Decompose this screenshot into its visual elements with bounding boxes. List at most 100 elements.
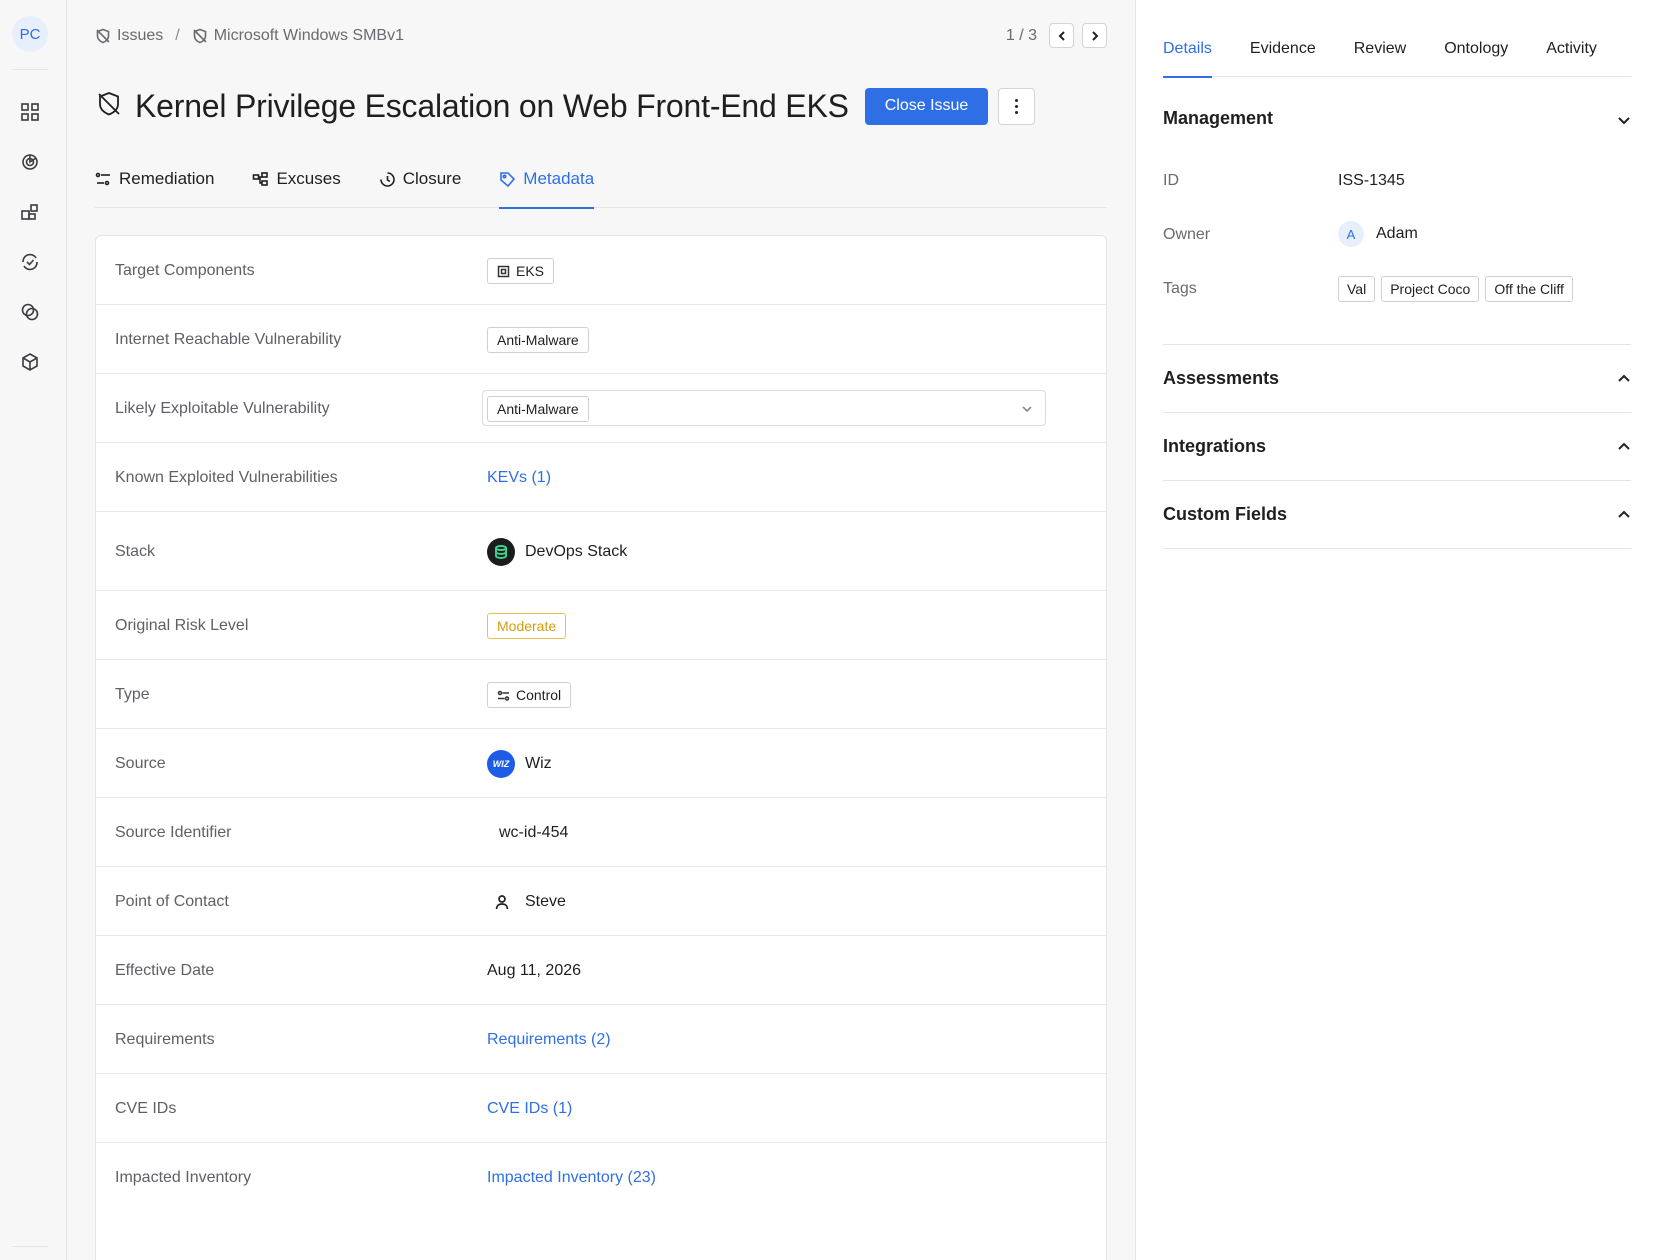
tab-ontology[interactable]: Ontology — [1444, 30, 1508, 77]
effective-date-value: Aug 11, 2026 — [487, 962, 582, 979]
component-chip[interactable]: EKS — [487, 258, 555, 284]
row-label: Requirements — [115, 1031, 215, 1048]
row-label: Source Identifier — [115, 824, 232, 841]
tab-evidence[interactable]: Evidence — [1250, 30, 1316, 77]
custom-fields-section[interactable]: Custom Fields — [1163, 481, 1631, 549]
metadata-row-requirements: Requirements Requirements (2) — [96, 1005, 1106, 1074]
tab-label: Excuses — [276, 169, 341, 188]
vulnerability-chip[interactable]: Anti-Malware — [487, 327, 589, 353]
chevron-down-icon — [1021, 402, 1033, 420]
row-value: Anti-Malware — [487, 327, 589, 353]
row-value: Aug 11, 2026 — [487, 962, 581, 980]
details-panel: Details Evidence Review Ontology Activit… — [1135, 0, 1662, 1260]
user-icon — [493, 893, 511, 911]
row-label: Internet Reachable Vulnerability — [115, 331, 342, 348]
issue-id: ISS-1345 — [1338, 172, 1405, 189]
type-chip: Control — [487, 682, 572, 708]
row-label: Known Exploited Vulnerabilities — [115, 469, 338, 486]
metadata-row-stack: Stack DevOps Stack — [96, 512, 1106, 591]
metadata-row-kev: Known Exploited Vulnerabilities KEVs (1) — [96, 443, 1106, 512]
stack-name[interactable]: DevOps Stack — [525, 543, 627, 561]
assessments-section[interactable]: Assessments — [1163, 345, 1631, 413]
row-label: Likely Exploitable Vulnerability — [115, 400, 330, 417]
metadata-row-risk: Original Risk Level Moderate — [96, 591, 1106, 660]
tab-excuses[interactable]: Excuses — [252, 160, 341, 208]
pager: 1 / 3 — [1006, 23, 1107, 48]
metadata-row-type: Type Control — [96, 660, 1106, 729]
vulnerability-chip[interactable]: Anti-Malware — [487, 396, 589, 422]
owner-value[interactable]: A Adam — [1338, 221, 1418, 247]
more-options-button[interactable] — [998, 87, 1036, 125]
previous-button[interactable] — [1049, 23, 1074, 48]
next-button[interactable] — [1082, 23, 1107, 48]
metadata-icon — [500, 171, 516, 187]
user-avatar[interactable]: PC — [12, 16, 48, 52]
chevron-up-icon[interactable] — [1617, 440, 1631, 454]
contact-name[interactable]: Steve — [525, 893, 566, 911]
breadcrumb-label: Microsoft Windows SMBv1 — [213, 27, 404, 44]
tab-label: Remediation — [119, 169, 215, 188]
row-label: Stack — [115, 543, 156, 560]
issue-tabs: Remediation Excuses Closure Metadata — [95, 160, 1107, 209]
shield-off-icon — [193, 28, 207, 44]
tab-remediation[interactable]: Remediation — [95, 160, 214, 208]
more-vertical-icon — [1015, 97, 1019, 115]
row-value: CVE IDs (1) — [487, 1100, 572, 1118]
row-value: wc-id-454 — [499, 824, 568, 842]
section-title: Assessments — [1163, 368, 1280, 388]
section-title: Integrations — [1163, 436, 1267, 456]
tag[interactable]: Off the Cliff — [1485, 276, 1573, 302]
tab-label: Closure — [402, 169, 462, 188]
left-rail: PC — [0, 0, 67, 1260]
tab-details[interactable]: Details — [1163, 30, 1212, 78]
close-issue-button[interactable]: Close Issue — [864, 87, 989, 125]
row-value: Control — [487, 682, 572, 708]
remediation-icon — [95, 172, 110, 185]
source-identifier-value: wc-id-454 — [499, 824, 569, 841]
chevron-up-icon[interactable] — [1617, 372, 1631, 386]
tags-list: Val Project Coco Off the Cliff — [1338, 276, 1579, 302]
sync-check-icon[interactable] — [19, 251, 41, 273]
tab-closure[interactable]: Closure — [379, 160, 462, 208]
page-title: Kernel Privilege Escalation on Web Front… — [135, 87, 849, 124]
row-value: Impacted Inventory (23) — [487, 1169, 656, 1187]
pager-position: 1 / 3 — [1005, 26, 1037, 44]
tab-review[interactable]: Review — [1354, 30, 1406, 77]
chip-label: EKS — [516, 263, 545, 279]
component-icon — [497, 265, 510, 277]
row-label: Point of Contact — [115, 893, 229, 910]
widgets-icon[interactable] — [19, 201, 41, 223]
chevron-down-icon[interactable] — [1617, 113, 1631, 127]
owner-name: Adam — [1376, 225, 1418, 242]
impacted-inventory-link[interactable]: Impacted Inventory (23) — [487, 1169, 656, 1187]
tab-activity[interactable]: Activity — [1546, 30, 1597, 77]
tag[interactable]: Val — [1338, 276, 1376, 302]
breadcrumb-label: Issues — [117, 27, 164, 44]
breadcrumb-current[interactable]: Microsoft Windows SMBv1 — [192, 27, 404, 45]
dashboard-icon[interactable] — [19, 101, 41, 123]
requirements-link[interactable]: Requirements (2) — [487, 1031, 611, 1049]
chevron-up-icon[interactable] — [1617, 508, 1631, 522]
tab-metadata[interactable]: Metadata — [499, 160, 594, 209]
closure-icon — [379, 171, 395, 187]
integrations-section[interactable]: Integrations — [1163, 413, 1631, 481]
row-label: CVE IDs — [115, 1100, 177, 1117]
breadcrumb-issues[interactable]: Issues — [95, 27, 163, 45]
links-icon[interactable] — [19, 301, 41, 323]
section-title[interactable]: Management — [1163, 108, 1273, 129]
kev-link[interactable]: KEVs (1) — [487, 469, 551, 487]
breadcrumb: Issues / Microsoft Windows SMBv1 — [95, 24, 404, 48]
breadcrumb-separator: / — [175, 27, 180, 44]
metadata-row-source: Source WIZ Wiz — [96, 729, 1106, 798]
metadata-row-cve-ids: CVE IDs CVE IDs (1) — [96, 1074, 1106, 1143]
tag[interactable]: Project Coco — [1381, 276, 1480, 302]
metadata-row-internet-reachable: Internet Reachable Vulnerability Anti-Ma… — [96, 305, 1106, 374]
rail-divider — [12, 69, 48, 70]
package-icon[interactable] — [19, 351, 41, 373]
owner-label: Owner — [1163, 226, 1211, 243]
row-value: Moderate — [487, 613, 567, 639]
chart-icon[interactable] — [19, 151, 41, 173]
cve-ids-link[interactable]: CVE IDs (1) — [487, 1100, 572, 1118]
metadata-row-target-components: Target Components EKS — [96, 236, 1106, 305]
source-name: Wiz — [525, 755, 552, 772]
